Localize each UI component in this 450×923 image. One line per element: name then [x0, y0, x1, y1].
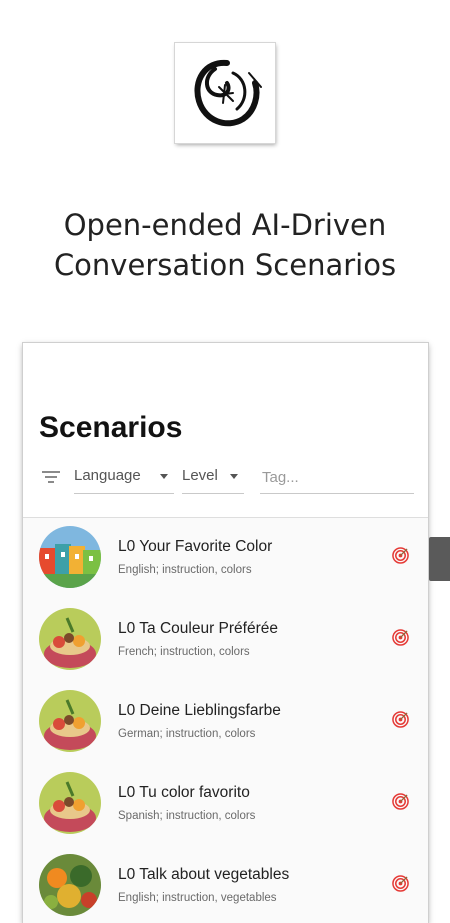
language-dropdown[interactable]: Language: [74, 461, 174, 494]
scenario-thumbnail: [39, 690, 101, 752]
scenario-title: L0 Tu color favorito: [118, 784, 250, 801]
filter-icon[interactable]: [41, 469, 61, 485]
tag-search-input[interactable]: [260, 461, 414, 494]
scenarios-title: Scenarios: [39, 411, 183, 444]
scenario-thumbnail: [39, 526, 101, 588]
scenario-thumbnail: [39, 772, 101, 834]
app-logo: [175, 43, 275, 143]
headline-line-1: Open-ended AI-Driven: [63, 208, 387, 242]
scenario-title: L0 Ta Couleur Préférée: [118, 620, 278, 637]
scenario-subtitle: Spanish; instruction, colors: [118, 810, 256, 822]
target-icon[interactable]: [392, 629, 409, 646]
target-icon[interactable]: [392, 793, 409, 810]
scenario-thumbnail: [39, 854, 101, 916]
language-dropdown-label: Language: [74, 467, 141, 484]
list-item[interactable]: L0 Tu color favorito Spanish; instructio…: [23, 764, 428, 846]
filter-bar: Language Level: [39, 461, 414, 495]
scenario-subtitle: English; instruction, vegetables: [118, 892, 277, 904]
scenario-subtitle: English; instruction, colors: [118, 564, 252, 576]
app-logo-icon: [194, 59, 262, 127]
level-dropdown[interactable]: Level: [182, 461, 244, 494]
scenarios-card: Scenarios Language Level Tag... L0 Your …: [23, 343, 428, 923]
headline-line-2: Conversation Scenarios: [53, 248, 397, 282]
target-icon[interactable]: [392, 875, 409, 892]
scenario-subtitle: German; instruction, colors: [118, 728, 256, 740]
chevron-down-icon: [230, 474, 238, 479]
page-headline: Open-ended AI-Driven Conversation Scenar…: [0, 205, 450, 285]
scenario-list: L0 Your Favorite Color English; instruct…: [23, 518, 428, 923]
chevron-down-icon: [160, 474, 168, 479]
scenario-title: L0 Your Favorite Color: [118, 538, 273, 555]
target-icon[interactable]: [392, 711, 409, 728]
list-item[interactable]: L0 Deine Lieblingsfarbe German; instruct…: [23, 682, 428, 764]
list-item[interactable]: L0 Ta Couleur Préférée French; instructi…: [23, 600, 428, 682]
scenario-subtitle: French; instruction, colors: [118, 646, 250, 658]
scenario-thumbnail: [39, 608, 101, 670]
level-dropdown-label: Level: [182, 467, 218, 484]
scenario-title: L0 Deine Lieblingsfarbe: [118, 702, 281, 719]
scroll-handle[interactable]: [429, 537, 450, 581]
scenario-title: L0 Talk about vegetables: [118, 866, 290, 883]
target-icon[interactable]: [392, 547, 409, 564]
list-item[interactable]: L0 Your Favorite Color English; instruct…: [23, 518, 428, 600]
list-item[interactable]: L0 Talk about vegetables English; instru…: [23, 846, 428, 923]
